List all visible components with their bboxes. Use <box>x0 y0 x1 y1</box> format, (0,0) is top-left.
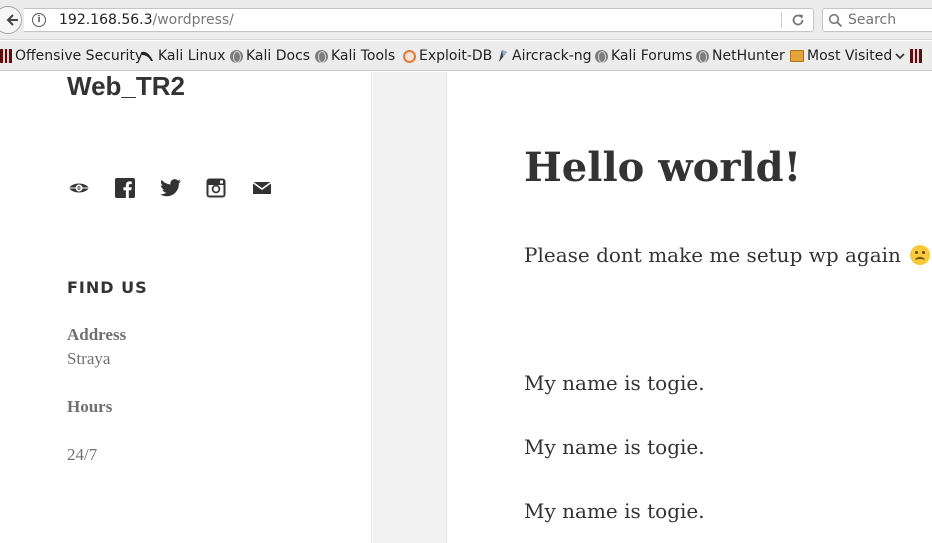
bookmark-overflow[interactable] <box>910 47 925 65</box>
email-icon[interactable] <box>250 176 274 200</box>
post-paragraph-intro: Please dont make me setup wp again <box>524 243 931 267</box>
back-arrow-icon <box>6 14 18 26</box>
reload-icon <box>792 14 804 26</box>
bookmark-aircrack-ng[interactable]: Aircrack-ng <box>497 47 592 65</box>
post-paragraph: My name is togie. <box>524 371 705 395</box>
bookmark-label: Kali Tools <box>331 48 396 64</box>
bookmark-exploit-db[interactable]: Exploit-DB <box>403 47 492 65</box>
bookmark-label: NetHunter <box>712 48 785 64</box>
address-value: Straya <box>67 349 111 368</box>
widget-title: FIND US <box>67 278 148 297</box>
web-page: Web_TR2 FIND US Address Straya Hours 24/… <box>0 71 932 543</box>
globe-icon <box>230 49 243 63</box>
back-button[interactable] <box>0 6 22 34</box>
bookmark-nethunter[interactable]: NetHunter <box>696 47 785 65</box>
kali-dragon-icon <box>142 51 153 61</box>
folder-icon <box>790 50 804 62</box>
url-separator <box>781 12 782 28</box>
bookmark-label: Kali Docs <box>246 48 311 64</box>
bookmark-label: Offensive Security <box>15 48 144 64</box>
post-paragraph: My name is togie. <box>524 435 705 459</box>
offensive-security-icon <box>0 49 12 63</box>
bookmark-label: Exploit-DB <box>419 48 493 64</box>
bookmark-most-visited[interactable]: Most Visited <box>790 47 905 65</box>
bookmark-offensive-security[interactable]: Offensive Security <box>0 47 143 65</box>
hours-value: 24/7 <box>67 445 98 464</box>
hours-label: Hours <box>67 397 113 416</box>
intro-text: Please dont make me setup wp again <box>524 243 901 267</box>
globe-icon <box>315 49 328 63</box>
navigation-toolbar: i 192.168.56.3/wordpress/ Search <box>0 0 932 40</box>
bookmark-kali-linux[interactable]: Kali Linux <box>141 47 225 65</box>
twitter-icon[interactable] <box>159 176 183 200</box>
url-bar[interactable]: i 192.168.56.3/wordpress/ <box>24 8 814 32</box>
bookmarks-toolbar: Offensive Security Kali Linux Kali Docs … <box>0 41 932 71</box>
bookmark-kali-docs[interactable]: Kali Docs <box>230 47 310 65</box>
content-gutter <box>373 72 447 543</box>
globe-icon <box>696 49 709 63</box>
wordpress-icon[interactable] <box>67 176 91 200</box>
bookmark-label: Aircrack-ng <box>512 48 592 64</box>
frowning-face-emoji <box>910 245 931 265</box>
post-title[interactable]: Hello world! <box>524 144 801 191</box>
address-label: Address <box>67 325 127 344</box>
url-path: /wordpress/ <box>152 12 234 28</box>
site-info-icon[interactable]: i <box>32 13 46 27</box>
search-placeholder: Search <box>848 12 897 28</box>
post-paragraph: My name is togie. <box>524 499 705 523</box>
bookmark-label: Kali Linux <box>158 48 226 64</box>
aircrack-icon <box>499 50 507 62</box>
facebook-icon[interactable] <box>113 176 137 200</box>
globe-icon <box>595 49 608 63</box>
bookmark-label: Most Visited <box>807 48 893 64</box>
sidebar: Web_TR2 FIND US Address Straya Hours 24/… <box>0 71 372 543</box>
bookmark-label: Kali Forums <box>611 48 693 64</box>
chevron-down-icon <box>895 53 905 60</box>
offensive-security-icon <box>910 49 922 63</box>
url-host: 192.168.56.3 <box>59 12 153 28</box>
search-bar[interactable]: Search <box>822 8 932 32</box>
instagram-icon[interactable] <box>204 176 228 200</box>
exploit-db-icon <box>403 49 416 63</box>
site-title[interactable]: Web_TR2 <box>67 71 185 102</box>
search-icon <box>828 13 843 28</box>
main-content: Hello world! Please dont make me setup w… <box>448 72 932 543</box>
url-text[interactable]: 192.168.56.3/wordpress/ <box>59 12 234 28</box>
bookmark-kali-forums[interactable]: Kali Forums <box>595 47 692 65</box>
reload-button[interactable] <box>788 11 808 29</box>
bookmark-kali-tools[interactable]: Kali Tools <box>315 47 395 65</box>
